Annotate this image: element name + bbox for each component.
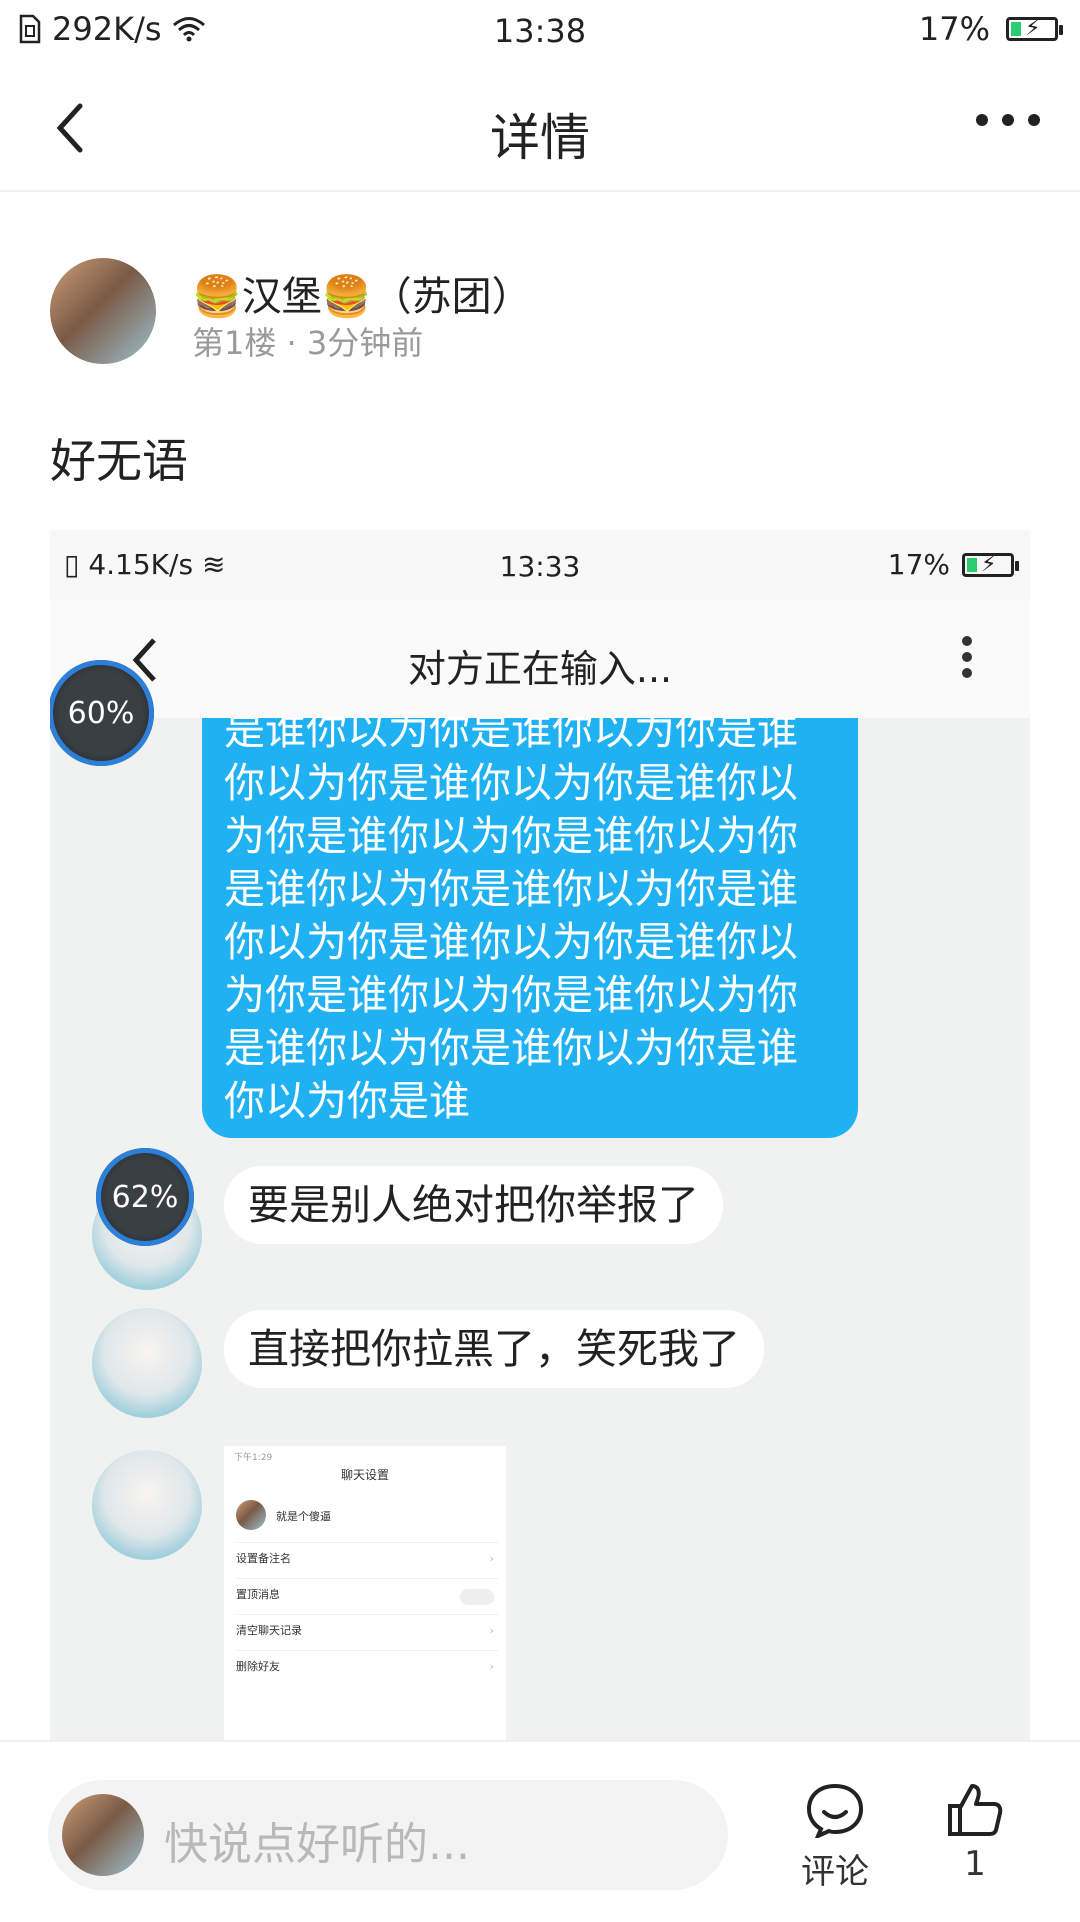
message-bubble: 直接把你拉黑了，笑死我了: [224, 1310, 764, 1388]
inner-row-label: 删除好友: [236, 1660, 280, 1673]
image-nav-bar: 对方正在输入...: [50, 600, 1030, 718]
image-status-time: 13:33: [499, 550, 581, 583]
post-text: 好无语: [50, 434, 188, 488]
message-bubble: 要是别人绝对把你举报了: [224, 1166, 723, 1244]
inner-row: 清空聊天记录 ›: [236, 1614, 498, 1647]
status-right: 17% ⚡: [918, 10, 1063, 48]
comment-label: 评论: [801, 1852, 869, 1892]
image-battery-icon: ⚡: [962, 552, 1019, 577]
image-message: 下午1:29 聊天设置 就是个傻逼 设置备注名 › 置顶消息 清空聊天记录 › 删除…: [224, 1446, 506, 1740]
image-more-icon: [962, 630, 976, 684]
post-image[interactable]: ▯ 4.15K/s ≋ 13:33 17% ⚡ 对方正在输入... 是谁你以为你…: [50, 530, 1030, 1740]
toggle-icon: [460, 1589, 494, 1605]
inner-row: 设置备注名 ›: [236, 1542, 498, 1575]
page-title: 详情: [490, 109, 590, 167]
image-battery-percent: 17%: [887, 548, 950, 581]
author-avatar[interactable]: [50, 258, 156, 364]
inner-time: 下午1:29: [234, 1453, 273, 1463]
chat-avatar: [92, 1308, 202, 1418]
inner-row: 删除好友 ›: [236, 1650, 498, 1683]
status-bar: 292K/s 13:38 17% ⚡: [0, 0, 1080, 60]
image-status-right: 17% ⚡: [887, 548, 1019, 581]
comment-input[interactable]: 快说点好听的...: [48, 1780, 728, 1890]
comment-icon: [806, 1783, 864, 1840]
inner-row: 置顶消息: [236, 1578, 498, 1611]
inner-row-label: 置顶消息: [236, 1588, 280, 1601]
chevron-right-icon: ›: [489, 1660, 494, 1673]
my-avatar: [62, 1794, 144, 1876]
comment-placeholder: 快说点好听的...: [164, 1819, 470, 1870]
blue-message-bubble: 是谁你以为你是谁你以为你是谁你以为你是谁你以为你是谁你以为你是谁你以为你是谁你以…: [202, 718, 858, 1138]
inner-contact-avatar: [236, 1500, 266, 1530]
nav-bar: 详情: [0, 70, 1080, 192]
inner-row-label: 设置备注名: [236, 1552, 291, 1565]
image-status-bar: ▯ 4.15K/s ≋ 13:33 17% ⚡: [50, 530, 1030, 600]
inner-row-label: 清空聊天记录: [236, 1624, 302, 1637]
battery-icon: ⚡: [1006, 16, 1063, 41]
like-button[interactable]: 1: [940, 1782, 1010, 1884]
more-options-icon[interactable]: [976, 114, 1040, 126]
image-nav-title: 对方正在输入...: [407, 647, 673, 691]
progress-indicator: 60%: [50, 660, 154, 766]
post-meta: 第1楼 · 3分钟前: [192, 324, 424, 362]
blue-message-text: 是谁你以为你是谁你以为你是谁你以为你是谁你以为你是谁你以为你是谁你以为你是谁你以…: [224, 718, 798, 1125]
chevron-right-icon: ›: [489, 1552, 494, 1565]
post-header: 🍔汉堡🍔（苏团） 第1楼 · 3分钟前: [50, 258, 1030, 368]
chat-avatar: [92, 1450, 202, 1560]
inner-contact-row: 就是个傻逼: [236, 1496, 498, 1536]
chevron-right-icon: ›: [489, 1624, 494, 1637]
author-name[interactable]: 🍔汉堡🍔（苏团）: [192, 264, 532, 322]
inner-contact-name: 就是个傻逼: [276, 1510, 331, 1523]
thumbs-up-icon: [948, 1784, 1003, 1836]
like-count: 1: [964, 1844, 986, 1884]
progress-indicator-2: 62%: [96, 1148, 194, 1246]
bottom-bar: 快说点好听的... 评论 1: [0, 1740, 1080, 1922]
comment-button[interactable]: 评论: [795, 1782, 875, 1893]
inner-title: 聊天设置: [340, 1468, 389, 1482]
battery-percent: 17%: [918, 10, 990, 48]
